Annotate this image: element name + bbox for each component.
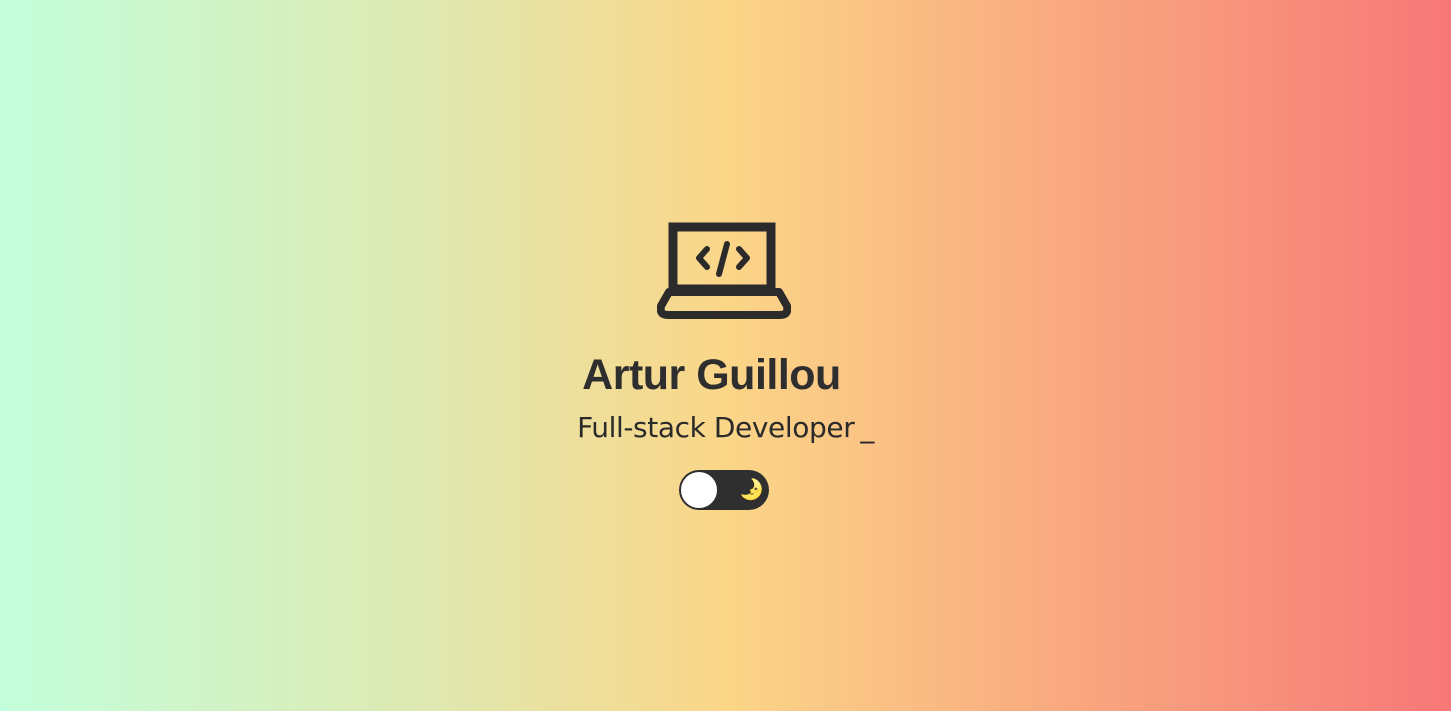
- profile-name: Artur Guillou: [582, 351, 841, 399]
- theme-toggle[interactable]: 🌛: [679, 470, 769, 510]
- hero-section: Artur Guillou Full-stack Developer _ 🌛: [0, 0, 1451, 711]
- moon-icon: 🌛: [739, 477, 764, 501]
- typing-cursor: _: [860, 411, 874, 444]
- profile-role: Full-stack Developer _: [0, 409, 1451, 447]
- toggle-knob[interactable]: [680, 471, 718, 509]
- role-text: Full-stack Developer: [577, 411, 855, 444]
- laptop-code-icon: [657, 222, 791, 319]
